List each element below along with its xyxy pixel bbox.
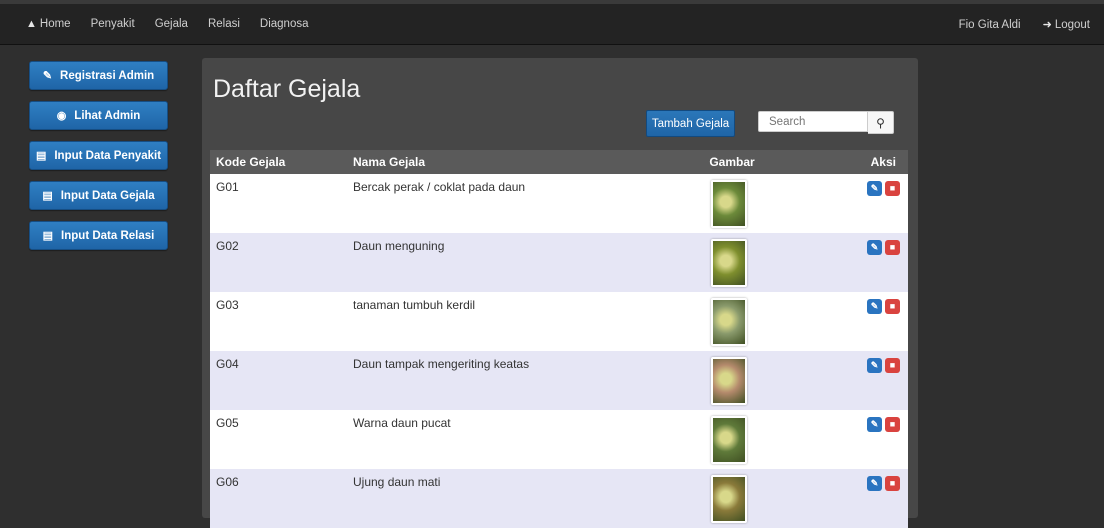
delete-icon[interactable]: ■ bbox=[885, 240, 900, 255]
symptom-thumbnail[interactable] bbox=[711, 357, 747, 405]
nav-relasi[interactable]: Relasi bbox=[208, 18, 240, 30]
cell-nama: Daun menguning bbox=[347, 233, 686, 292]
home-icon: ▲ bbox=[26, 18, 37, 30]
sidebar: ✎ Registrasi Admin ◉ Lihat Admin ▤ Input… bbox=[29, 61, 168, 261]
cell-gambar bbox=[686, 469, 772, 528]
table-row: G04 Daun tampak mengeriting keatas ✎ ■ bbox=[210, 351, 908, 410]
nav-left: ▲ Home Penyakit Gejala Relasi Diagnosa bbox=[26, 18, 329, 30]
sidebar-item-label: Registrasi Admin bbox=[60, 69, 155, 82]
cell-kode: G04 bbox=[210, 351, 347, 410]
sidebar-item-label: Input Data Penyakit bbox=[54, 149, 162, 162]
nav-home-label: Home bbox=[39, 18, 71, 30]
edit-icon[interactable]: ✎ bbox=[867, 181, 882, 196]
document-icon: ▤ bbox=[42, 230, 54, 242]
search-icon: ⚲ bbox=[876, 115, 885, 130]
pencil-icon: ✎ bbox=[42, 70, 53, 82]
symptom-thumbnail[interactable] bbox=[711, 475, 747, 523]
col-aksi: Aksi bbox=[772, 150, 908, 174]
col-gambar: Gambar bbox=[686, 150, 772, 174]
symptom-thumbnail[interactable] bbox=[711, 239, 747, 287]
cell-gambar bbox=[686, 233, 772, 292]
nav-right: Fio Gita Aldi ➜ Logout bbox=[937, 18, 1090, 32]
cell-nama: Daun tampak mengeriting keatas bbox=[347, 351, 686, 410]
sidebar-lihat-admin[interactable]: ◉ Lihat Admin bbox=[29, 101, 168, 130]
search-button[interactable]: ⚲ bbox=[868, 111, 894, 134]
cell-aksi: ✎ ■ bbox=[772, 233, 908, 292]
cell-kode: G03 bbox=[210, 292, 347, 351]
sidebar-input-penyakit[interactable]: ▤ Input Data Penyakit bbox=[29, 141, 168, 170]
nav-user[interactable]: Fio Gita Aldi bbox=[959, 18, 1021, 31]
nav-gejala[interactable]: Gejala bbox=[155, 18, 188, 30]
document-icon: ▤ bbox=[42, 190, 53, 202]
table-row: G03 tanaman tumbuh kerdil ✎ ■ bbox=[210, 292, 908, 351]
cell-nama: Warna daun pucat bbox=[347, 410, 686, 469]
sidebar-item-label: Input Data Gejala bbox=[60, 189, 155, 202]
delete-icon[interactable]: ■ bbox=[885, 299, 900, 314]
delete-icon[interactable]: ■ bbox=[885, 181, 900, 196]
table-row: G01 Bercak perak / coklat pada daun ✎ ■ bbox=[210, 174, 908, 233]
cell-nama: Bercak perak / coklat pada daun bbox=[347, 174, 686, 233]
symptom-thumbnail[interactable] bbox=[711, 298, 747, 346]
cell-nama: Ujung daun mati bbox=[347, 469, 686, 528]
page-title: Daftar Gejala bbox=[213, 75, 361, 103]
cell-aksi: ✎ ■ bbox=[772, 469, 908, 528]
col-kode: Kode Gejala bbox=[210, 150, 347, 174]
document-icon: ▤ bbox=[35, 150, 47, 162]
edit-icon[interactable]: ✎ bbox=[867, 240, 882, 255]
edit-icon[interactable]: ✎ bbox=[867, 299, 882, 314]
cell-kode: G06 bbox=[210, 469, 347, 528]
search-box: ⚲ bbox=[758, 111, 894, 134]
sidebar-input-gejala[interactable]: ▤ Input Data Gejala bbox=[29, 181, 168, 210]
cell-gambar bbox=[686, 174, 772, 233]
cell-nama: tanaman tumbuh kerdil bbox=[347, 292, 686, 351]
edit-icon[interactable]: ✎ bbox=[867, 417, 882, 432]
cell-gambar bbox=[686, 351, 772, 410]
delete-icon[interactable]: ■ bbox=[885, 417, 900, 432]
sidebar-item-label: Input Data Relasi bbox=[61, 229, 155, 242]
cell-gambar bbox=[686, 410, 772, 469]
navbar-stripe bbox=[0, 0, 1104, 4]
add-gejala-button[interactable]: Tambah Gejala bbox=[646, 110, 735, 137]
table-header-row: Kode Gejala Nama Gejala Gambar Aksi bbox=[210, 150, 908, 174]
table-row: G05 Warna daun pucat ✎ ■ bbox=[210, 410, 908, 469]
nav-penyakit[interactable]: Penyakit bbox=[91, 18, 135, 30]
symptom-thumbnail[interactable] bbox=[711, 416, 747, 464]
sidebar-item-label: Lihat Admin bbox=[74, 109, 141, 122]
nav-logout-label: Logout bbox=[1054, 18, 1090, 31]
cell-aksi: ✎ ■ bbox=[772, 174, 908, 233]
nav-diagnosa[interactable]: Diagnosa bbox=[260, 18, 309, 30]
delete-icon[interactable]: ■ bbox=[885, 358, 900, 373]
content-panel: Daftar Gejala Tambah Gejala ⚲ Kode Gejal… bbox=[202, 58, 918, 528]
col-nama: Nama Gejala bbox=[347, 150, 686, 174]
eye-icon: ◉ bbox=[56, 110, 67, 122]
gejala-table: Kode Gejala Nama Gejala Gambar Aksi G01 B… bbox=[210, 150, 908, 528]
top-navbar: ▲ Home Penyakit Gejala Relasi Diagnosa Fi… bbox=[0, 0, 1104, 45]
cell-kode: G01 bbox=[210, 174, 347, 233]
table-row: G06 Ujung daun mati ✎ ■ bbox=[210, 469, 908, 528]
cell-kode: G05 bbox=[210, 410, 347, 469]
sidebar-registrasi-admin[interactable]: ✎ Registrasi Admin bbox=[29, 61, 168, 90]
sidebar-input-relasi[interactable]: ▤ Input Data Relasi bbox=[29, 221, 168, 250]
nav-logout[interactable]: ➜ Logout bbox=[1042, 18, 1090, 32]
logout-icon: ➜ bbox=[1042, 19, 1052, 31]
cell-aksi: ✎ ■ bbox=[772, 351, 908, 410]
cell-kode: G02 bbox=[210, 233, 347, 292]
table-row: G02 Daun menguning ✎ ■ bbox=[210, 233, 908, 292]
cell-aksi: ✎ ■ bbox=[772, 410, 908, 469]
edit-icon[interactable]: ✎ bbox=[867, 476, 882, 491]
nav-home[interactable]: ▲ Home bbox=[26, 18, 71, 30]
cell-gambar bbox=[686, 292, 772, 351]
search-input[interactable] bbox=[758, 111, 868, 132]
cell-aksi: ✎ ■ bbox=[772, 292, 908, 351]
symptom-thumbnail[interactable] bbox=[711, 180, 747, 228]
delete-icon[interactable]: ■ bbox=[885, 476, 900, 491]
edit-icon[interactable]: ✎ bbox=[867, 358, 882, 373]
